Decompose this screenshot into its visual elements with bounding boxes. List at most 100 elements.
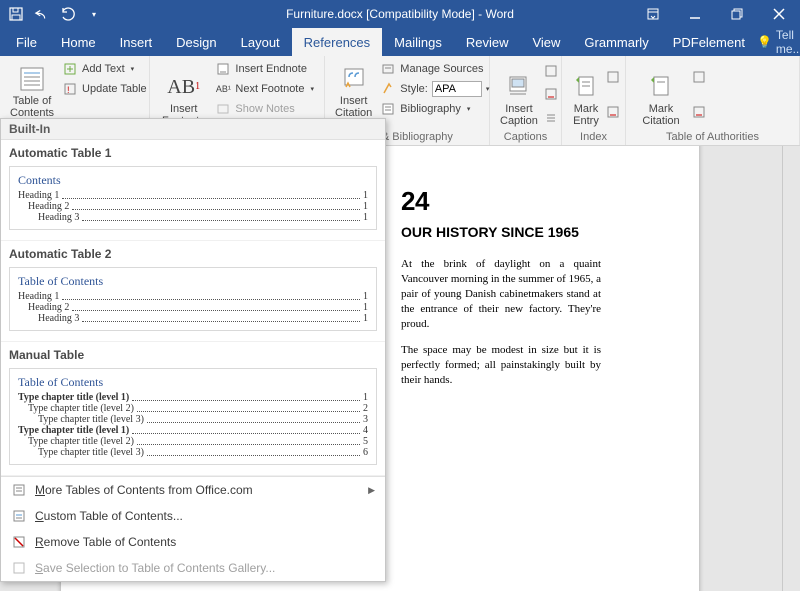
- save-gallery-icon: [11, 560, 27, 576]
- mark-entry-icon: [572, 73, 600, 101]
- tell-me[interactable]: 💡 Tell me...: [757, 28, 800, 56]
- restore-button[interactable]: [716, 0, 758, 28]
- toc-more-label: MMore Tables of Contents from Office.com…: [35, 483, 253, 497]
- index-group-label: Index: [570, 129, 617, 143]
- toc-option-title: Automatic Table 2: [9, 247, 377, 261]
- redo-icon[interactable]: [60, 6, 76, 22]
- tab-view[interactable]: View: [520, 28, 572, 56]
- toc-preview-title: Table of Contents: [18, 375, 368, 390]
- mark-citation-label: Mark Citation: [636, 103, 686, 127]
- undo-icon[interactable]: [34, 6, 50, 22]
- tab-file[interactable]: File: [4, 28, 49, 56]
- doc-subtitle: OUR HISTORY SINCE 1965: [401, 223, 601, 241]
- toc-option-auto1[interactable]: Automatic Table 1 Contents Heading 11 He…: [1, 140, 385, 241]
- remove-toc-icon: [11, 534, 27, 550]
- insert-caption-button[interactable]: Insert Caption: [498, 60, 540, 129]
- office-icon: [11, 482, 27, 498]
- toc-preview-title: Table of Contents: [18, 274, 368, 289]
- save-icon[interactable]: [8, 6, 24, 22]
- index-extra-icon[interactable]: [606, 70, 620, 84]
- toc-more-office[interactable]: MMore Tables of Contents from Office.com…: [1, 477, 385, 503]
- tab-review[interactable]: Review: [454, 28, 521, 56]
- tab-pdfelement[interactable]: PDFelement: [661, 28, 757, 56]
- vertical-scrollbar[interactable]: [782, 146, 800, 591]
- citation-icon: [340, 65, 368, 93]
- window-controls: [632, 0, 800, 28]
- tab-layout[interactable]: Layout: [229, 28, 292, 56]
- tab-references[interactable]: References: [292, 28, 382, 56]
- minimize-button[interactable]: [674, 0, 716, 28]
- mark-entry-label: Mark Entry: [572, 103, 600, 127]
- menu-bar: File Home Insert Design Layout Reference…: [0, 28, 800, 56]
- show-notes-icon: [215, 101, 231, 117]
- doc-paragraph-2: The space may be modest in size but it i…: [401, 343, 601, 388]
- show-notes-label: Show Notes: [235, 103, 294, 115]
- captions-group-label: Captions: [498, 129, 553, 143]
- dropdown-caret-icon: ▾: [131, 65, 135, 73]
- manage-sources-label: Manage Sources: [400, 63, 483, 75]
- toc-option-title: Automatic Table 1: [9, 146, 377, 160]
- manage-sources-button[interactable]: Manage Sources: [378, 60, 491, 78]
- mark-citation-icon: [647, 73, 675, 101]
- toc-remove[interactable]: Remove Table of Contents: [1, 529, 385, 555]
- quick-access-toolbar: ▾: [0, 6, 102, 22]
- toc-button-label: Table of Contents: [10, 95, 54, 119]
- tab-grammarly[interactable]: Grammarly: [572, 28, 660, 56]
- bulb-icon: 💡: [757, 35, 772, 49]
- tab-home[interactable]: Home: [49, 28, 108, 56]
- toc-icon: [18, 65, 46, 93]
- toc-save-label: Save Selection to Table of Contents Gall…: [35, 561, 275, 575]
- doc-paragraph-1: At the brink of daylight on a quaint Van…: [401, 257, 601, 331]
- dropdown-caret-icon: ▾: [486, 85, 490, 93]
- tab-insert[interactable]: Insert: [108, 28, 165, 56]
- close-button[interactable]: [758, 0, 800, 28]
- title-bar: ▾ Furniture.docx [Compatibility Mode] - …: [0, 0, 800, 28]
- custom-toc-icon: [11, 508, 27, 524]
- toc-option-auto2[interactable]: Automatic Table 2 Table of Contents Head…: [1, 241, 385, 342]
- dropdown-caret-icon: ▾: [310, 85, 314, 93]
- citation-style-select[interactable]: Style:▾: [378, 80, 491, 98]
- mark-citation-button[interactable]: Mark Citation: [634, 60, 688, 129]
- toc-custom[interactable]: Custom Table of Contents...: [1, 503, 385, 529]
- insert-endnote-button[interactable]: Insert Endnote: [213, 60, 316, 78]
- next-footnote-label: Next Footnote: [235, 83, 304, 95]
- chevron-right-icon: ▶: [368, 485, 375, 496]
- toc-preview: Table of Contents Type chapter title (le…: [9, 368, 377, 465]
- bibliography-button[interactable]: Bibliography▾: [378, 100, 491, 118]
- caption-icon: [505, 73, 533, 101]
- insert-endnote-label: Insert Endnote: [235, 63, 307, 75]
- toc-remove-label: Remove Table of Contents: [35, 535, 176, 549]
- toc-section-builtin: Built-In: [1, 119, 385, 140]
- group-authorities: Mark Citation Table of Authorities: [626, 56, 800, 145]
- mark-entry-button[interactable]: Mark Entry: [570, 60, 602, 129]
- qat-customize-icon[interactable]: ▾: [86, 6, 102, 22]
- svg-text:!: !: [67, 85, 70, 95]
- update-table-button[interactable]: !Update Table: [60, 80, 149, 98]
- update-table-icon: !: [62, 81, 78, 97]
- show-notes-button[interactable]: Show Notes: [213, 100, 316, 118]
- style-value-input[interactable]: [432, 81, 482, 97]
- captions-extra-icon[interactable]: [544, 64, 558, 78]
- authorities-extra-icon[interactable]: [692, 70, 706, 84]
- authorities-extra-icon-2[interactable]: [692, 105, 706, 119]
- toc-option-manual[interactable]: Manual Table Table of Contents Type chap…: [1, 342, 385, 476]
- ribbon-options-icon[interactable]: [632, 0, 674, 28]
- toc-dropdown-panel: Built-In Automatic Table 1 Contents Head…: [0, 118, 386, 582]
- add-text-button[interactable]: Add Text ▾: [60, 60, 149, 78]
- next-footnote-button[interactable]: AB¹ Next Footnote ▾: [213, 80, 316, 98]
- index-extra-icon-2[interactable]: [606, 105, 620, 119]
- style-icon: [380, 81, 396, 97]
- toc-preview: Table of Contents Heading 11 Heading 21 …: [9, 267, 377, 331]
- insert-caption-label: Insert Caption: [500, 103, 538, 127]
- captions-extra-icon-3[interactable]: [544, 111, 558, 125]
- next-footnote-icon: AB¹: [215, 81, 231, 97]
- tab-design[interactable]: Design: [164, 28, 228, 56]
- insert-citation-label: Insert Citation: [335, 95, 372, 119]
- tab-mailings[interactable]: Mailings: [382, 28, 454, 56]
- bibliography-icon: [380, 101, 396, 117]
- bibliography-label: Bibliography: [400, 103, 461, 115]
- add-text-label: Add Text: [82, 63, 125, 75]
- tell-me-label: Tell me...: [776, 28, 800, 56]
- captions-extra-icon-2[interactable]: [544, 87, 558, 101]
- footnote-icon: AB1: [170, 73, 198, 101]
